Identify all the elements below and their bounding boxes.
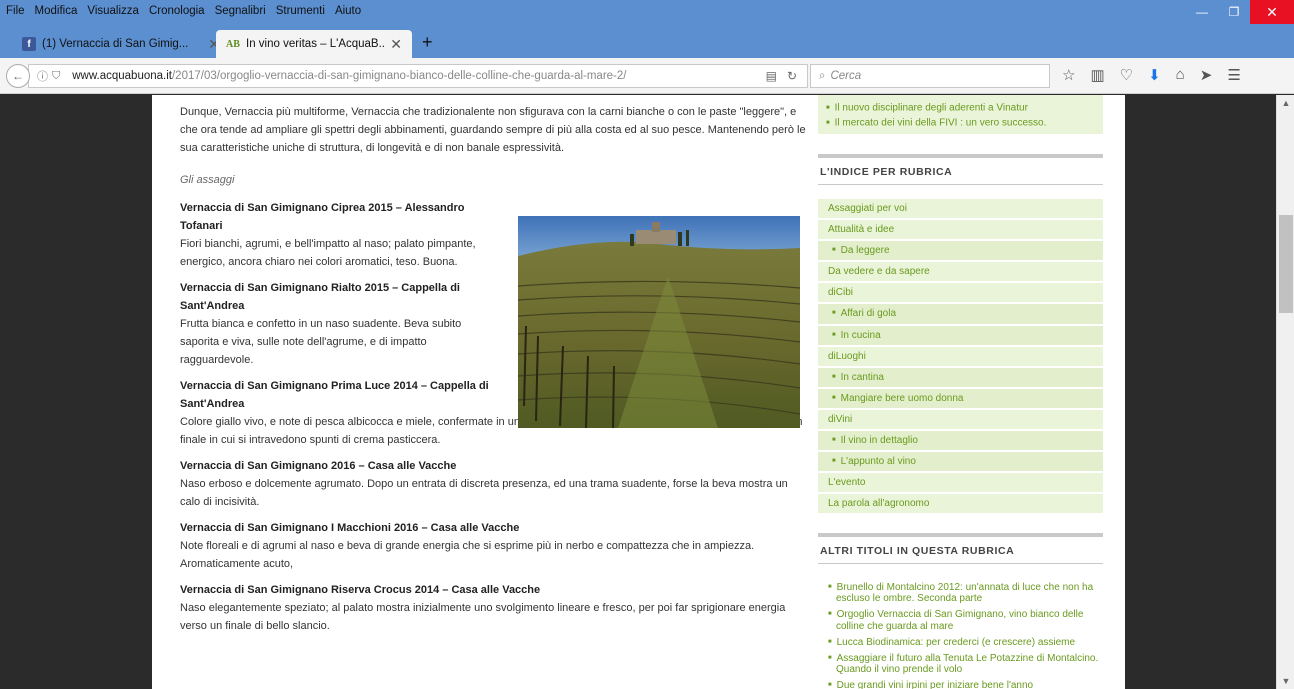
menu-segnalibri[interactable]: Segnalibri [215, 5, 266, 17]
rubrica-item[interactable]: La parola all'agronomo [818, 494, 1103, 514]
hamburger-menu-icon[interactable]: ☰ [1227, 66, 1240, 84]
search-input[interactable]: ⌕ Cerca [810, 64, 1050, 88]
scrollbar-thumb[interactable] [1279, 215, 1293, 313]
rubrica-subitem[interactable]: Il vino in dettaglio [818, 430, 1103, 451]
wine-entry: Vernaccia di San Gimignano Riserva Crocu… [180, 581, 810, 635]
related-article-link[interactable]: Assaggiare il futuro alla Tenuta Le Pota… [828, 653, 1103, 675]
wine-title: Vernaccia di San Gimignano Prima Luce 20… [180, 380, 489, 410]
new-tab-icon[interactable]: + [422, 32, 433, 53]
url-path: /2017/03/orgoglio-vernaccia-di-san-gimig… [171, 70, 627, 82]
page-content: Dunque, Vernaccia più multiforme, Vernac… [152, 95, 1125, 689]
wine-entry: Vernaccia di San Gimignano I Macchioni 2… [180, 519, 810, 573]
wine-description: Naso erboso e dolcemente agrumato. Dopo … [180, 478, 788, 508]
bookmark-star-icon[interactable]: ☆ [1062, 66, 1075, 84]
rubrica-item[interactable]: diLuoghi [818, 346, 1103, 366]
tab-strip: f (1) Vernaccia di San Gimig... ✕ AB In … [0, 26, 1294, 58]
window-controls: — ❐ ✕ [1186, 0, 1294, 24]
url-host: www.acquabuona.it [72, 70, 172, 82]
related-article-link[interactable]: Orgoglio Vernaccia di San Gimignano, vin… [828, 609, 1103, 632]
menu-cronologia[interactable]: Cronologia [149, 5, 205, 17]
menu-visualizza[interactable]: Visualizza [87, 5, 139, 17]
wine-title: Vernaccia di San Gimignano Rialto 2015 –… [180, 282, 460, 312]
tab-facebook[interactable]: f (1) Vernaccia di San Gimig... ✕ [12, 30, 230, 58]
facebook-icon: f [22, 37, 36, 51]
acquabuona-icon: AB [226, 38, 240, 50]
altri-titoli-heading: ALTRI TITOLI IN QUESTA RUBRICA [818, 533, 1103, 565]
menu-file[interactable]: File [6, 5, 25, 17]
restore-icon[interactable]: ❐ [1218, 0, 1250, 24]
wine-description: Naso elegantemente speziato; al palato m… [180, 602, 786, 632]
wine-description: Frutta bianca e confetto in un naso suad… [180, 318, 462, 366]
rubrica-item[interactable]: Assaggiati per voi [818, 199, 1103, 219]
rubrica-subitem[interactable]: L'appunto al vino [818, 452, 1103, 472]
indice-list: Assaggiati per voi Attualità e idee Da l… [818, 199, 1103, 514]
tab-acquabuona[interactable]: AB In vino veritas – L'AcquaB... ✕ [216, 30, 412, 58]
shield-icon[interactable]: ⛉ [52, 70, 60, 83]
wine-entry: Vernaccia di San Gimignano 2016 – Casa a… [180, 457, 810, 511]
related-article-link[interactable]: Due grandi vini irpini per iniziare bene… [828, 680, 1103, 689]
search-icon: ⌕ [819, 69, 826, 82]
article-intro: Dunque, Vernaccia più multiforme, Vernac… [180, 106, 806, 154]
navigation-bar: ⓘ ⛉ www.acquabuona.it/2017/03/orgoglio-v… [0, 58, 1294, 94]
reader-view-icon[interactable]: ▤ [766, 69, 777, 83]
menu-modifica[interactable]: Modifica [35, 5, 78, 17]
back-button[interactable]: ← [6, 64, 30, 88]
close-tab-icon[interactable]: ✕ [390, 36, 402, 53]
vertical-scrollbar[interactable]: ▲ ▼ [1276, 95, 1294, 689]
library-icon[interactable]: ▥ [1090, 66, 1104, 84]
rubrica-subitem[interactable]: Mangiare bere uomo donna [818, 388, 1103, 408]
rubrica-item[interactable]: diCibi [818, 283, 1103, 303]
close-window-icon[interactable]: ✕ [1250, 0, 1294, 24]
back-arrow-icon: ← [12, 69, 24, 83]
indice-heading: L'INDICE PER RUBRICA [818, 154, 1103, 186]
rubrica-subitem[interactable]: In cucina [818, 325, 1103, 345]
recent-links: Il nuovo disciplinare degli aderenti a V… [818, 95, 1103, 135]
pocket-icon[interactable]: ♡ [1120, 66, 1133, 84]
url-bar[interactable]: ⓘ ⛉ www.acquabuona.it/2017/03/orgoglio-v… [28, 64, 808, 88]
sidebar-link[interactable]: Il mercato dei vini della FIVI : un vero… [826, 116, 1095, 131]
url-text[interactable]: www.acquabuona.it/2017/03/orgoglio-verna… [72, 70, 765, 82]
rubrica-item[interactable]: Da vedere e da sapere [818, 262, 1103, 282]
related-article-link[interactable]: Lucca Biodinamica: per crederci (e cresc… [828, 637, 1103, 648]
rubrica-subitem[interactable]: In cantina [818, 367, 1103, 387]
minimize-icon[interactable]: — [1186, 0, 1218, 24]
related-article-link[interactable]: Brunello di Montalcino 2012: un'annata d… [828, 582, 1103, 604]
title-bar: File Modifica Visualizza Cronologia Segn… [0, 0, 1294, 26]
rubrica-item[interactable]: L'evento [818, 473, 1103, 493]
article: Dunque, Vernaccia più multiforme, Vernac… [180, 103, 810, 643]
send-icon[interactable]: ➤ [1200, 66, 1213, 84]
tab-title: (1) Vernaccia di San Gimig... [42, 38, 189, 50]
download-icon[interactable]: ⬇ [1148, 66, 1161, 84]
wine-title: Vernaccia di San Gimignano Ciprea 2015 –… [180, 202, 465, 232]
rubrica-subitem[interactable]: Da leggere [818, 241, 1103, 261]
sidebar-link[interactable]: Il nuovo disciplinare degli aderenti a V… [826, 101, 1095, 116]
rubrica-item[interactable]: Attualità e idee [818, 220, 1103, 240]
rubrica-item[interactable]: diVini [818, 409, 1103, 429]
info-icon[interactable]: ⓘ [37, 68, 48, 84]
wine-description: Fiori bianchi, agrumi, e bell'impatto al… [180, 238, 476, 268]
wine-description: Note floreali e di agrumi al naso e beva… [180, 540, 755, 570]
home-icon[interactable]: ⌂ [1176, 66, 1185, 84]
section-subhead: Gli assaggi [180, 174, 235, 186]
page-viewport: Dunque, Vernaccia più multiforme, Vernac… [0, 95, 1276, 689]
menu-bar: File Modifica Visualizza Cronologia Segn… [6, 5, 361, 17]
wine-title: Vernaccia di San Gimignano Riserva Crocu… [180, 584, 541, 596]
rubrica-subitem[interactable]: Affari di gola [818, 304, 1103, 324]
vineyard-photo [518, 216, 800, 428]
tab-title: In vino veritas – L'AcquaB... [246, 38, 385, 50]
sidebar: Il nuovo disciplinare degli aderenti a V… [818, 95, 1103, 689]
menu-aiuto[interactable]: Aiuto [335, 5, 361, 17]
altri-titoli-list: Brunello di Montalcino 2012: un'annata d… [818, 582, 1103, 689]
search-placeholder: Cerca [830, 70, 862, 82]
scroll-up-icon[interactable]: ▲ [1277, 95, 1294, 111]
wine-title: Vernaccia di San Gimignano I Macchioni 2… [180, 522, 520, 534]
scroll-down-icon[interactable]: ▼ [1277, 673, 1294, 689]
wine-title: Vernaccia di San Gimignano 2016 – Casa a… [180, 460, 457, 472]
vineyard-illustration [518, 216, 800, 428]
menu-strumenti[interactable]: Strumenti [276, 5, 325, 17]
toolbar-icons: ☆ ▥ ♡ ⬇ ⌂ ➤ ☰ [1062, 66, 1241, 84]
reload-icon[interactable]: ↻ [787, 69, 797, 83]
